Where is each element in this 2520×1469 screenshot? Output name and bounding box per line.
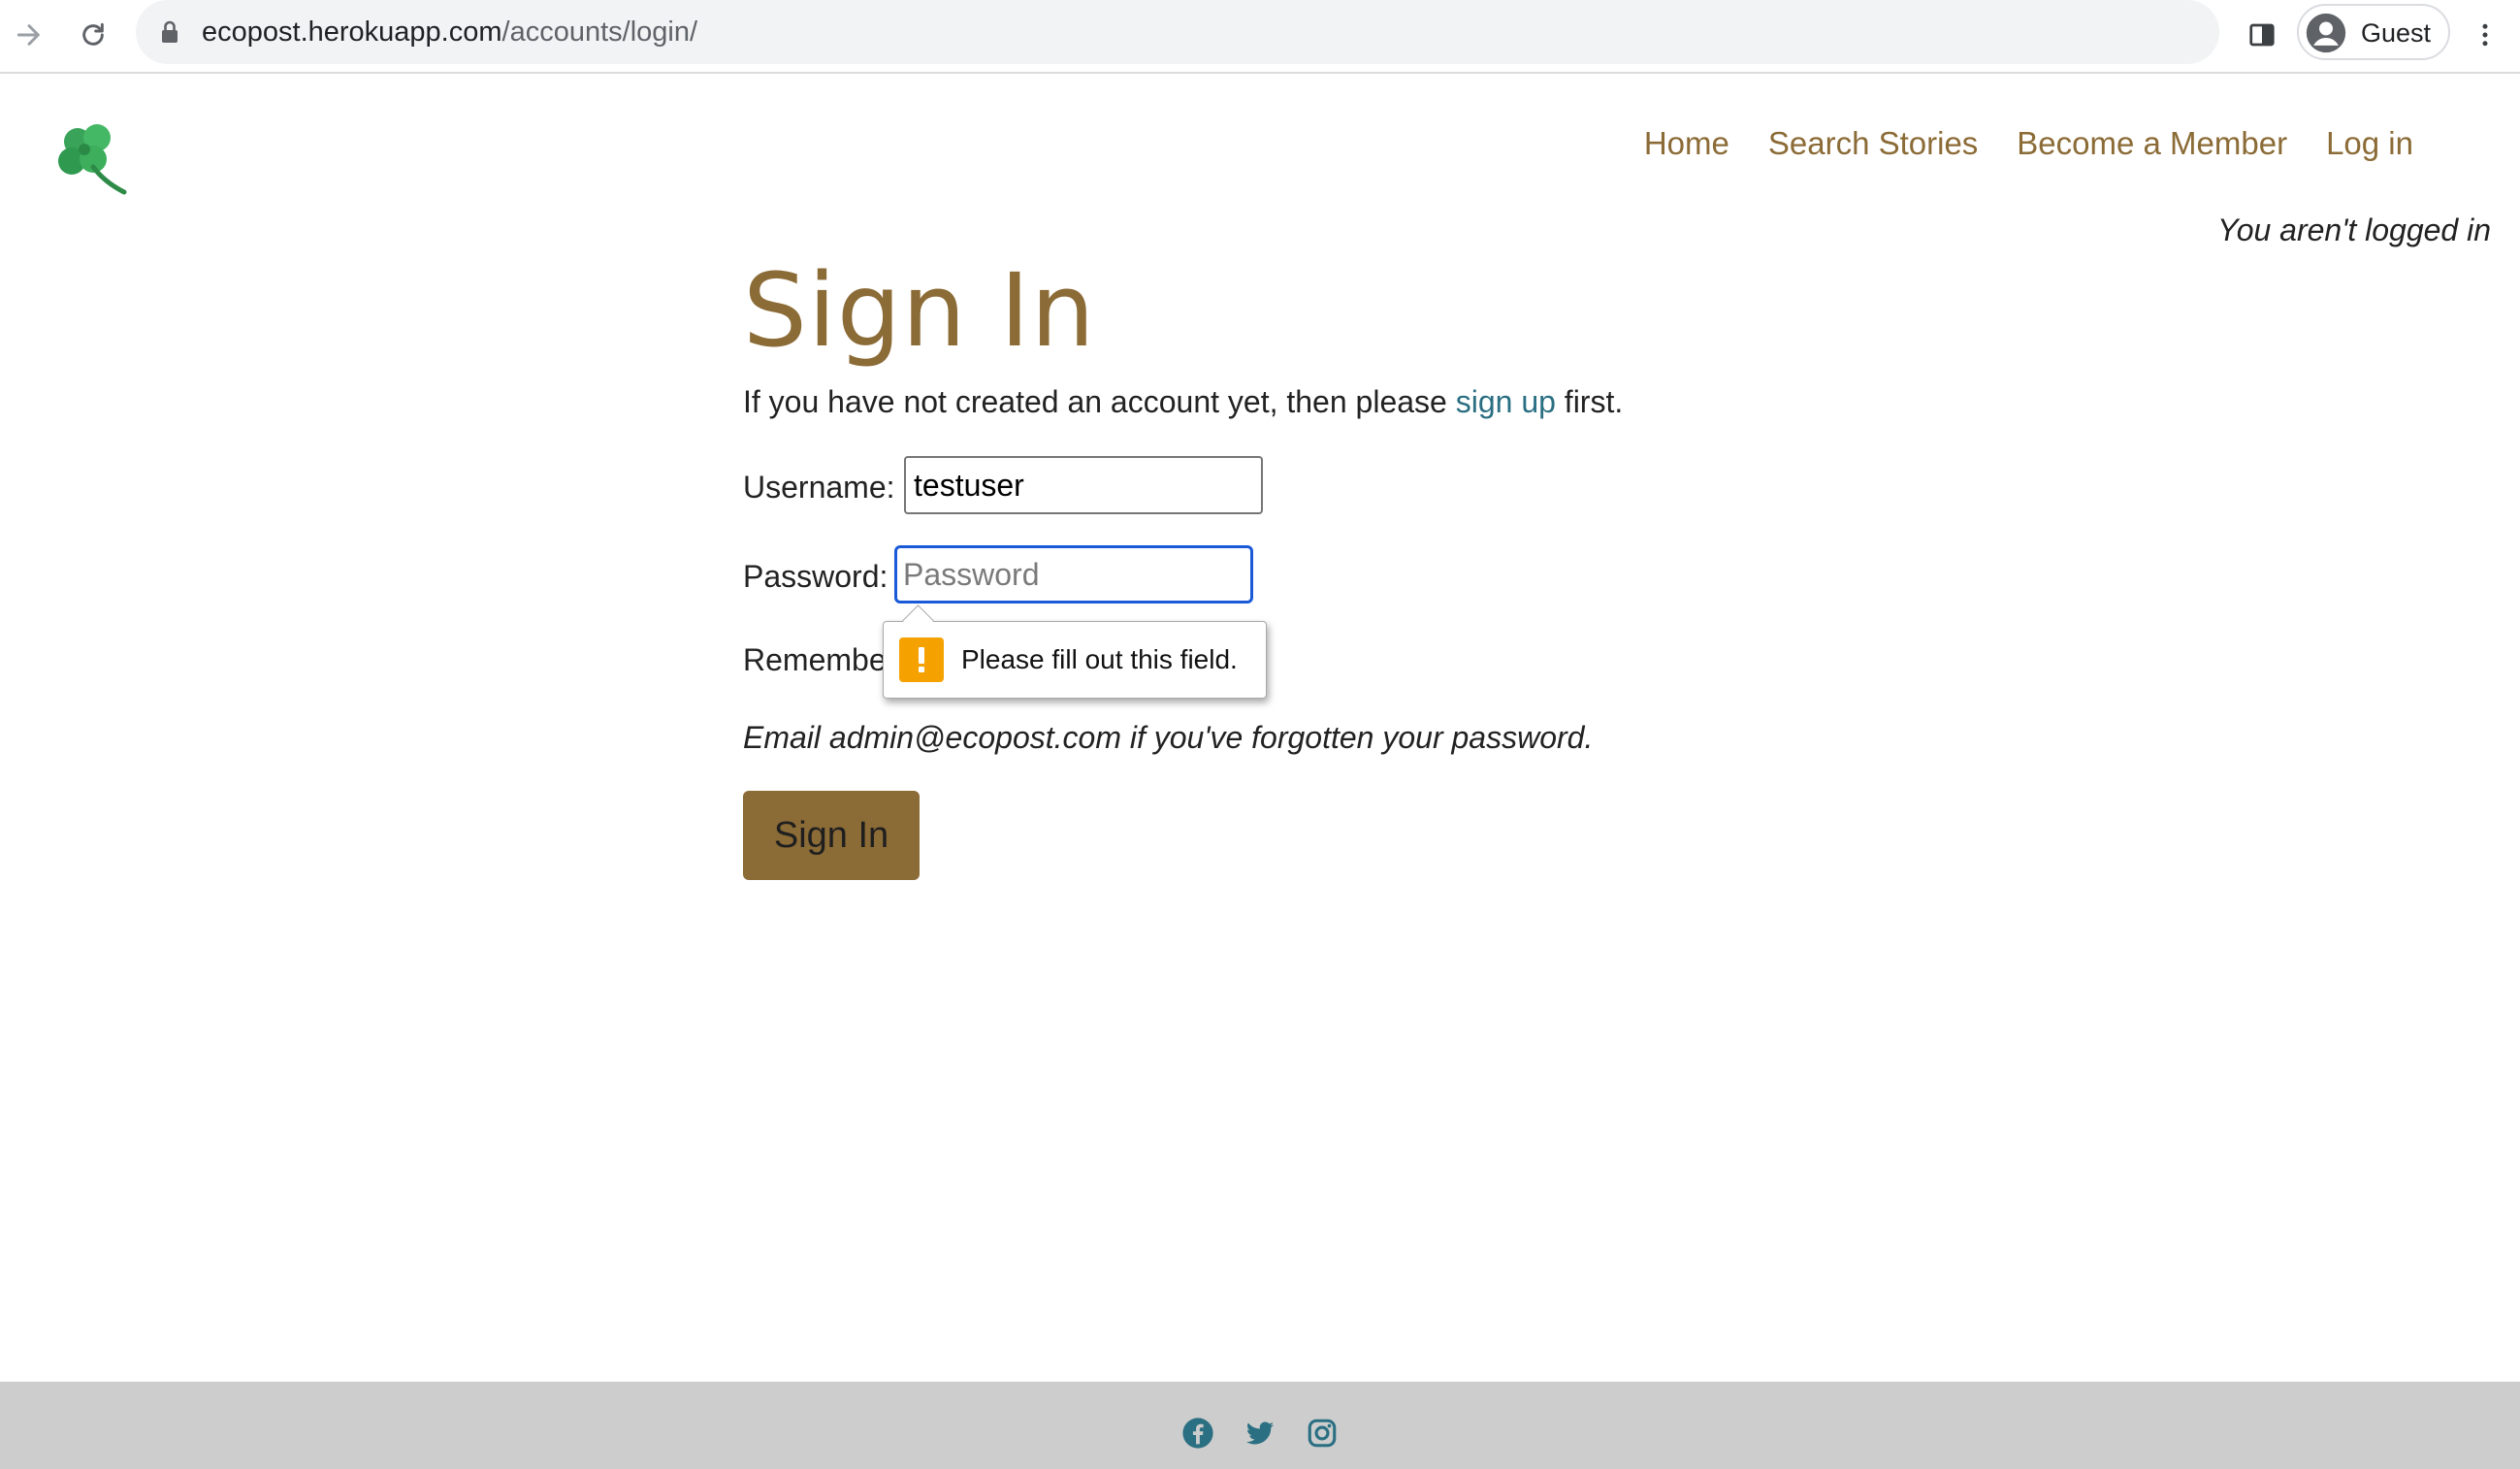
url-path: /accounts/login/ [501,16,698,48]
twitter-icon[interactable] [1244,1417,1276,1450]
validation-tooltip: Please fill out this field. [883,604,1267,699]
password-input[interactable] [894,545,1253,604]
nav-log-in[interactable]: Log in [2326,122,2413,165]
username-input[interactable] [904,456,1263,514]
tooltip-arrow [902,604,934,637]
tooltip-message: Please fill out this field. [961,644,1238,674]
facebook-icon[interactable] [1181,1417,1214,1450]
lock-icon [162,20,178,43]
username-label: Username: [743,470,895,505]
remember-me-label[interactable]: Remembe [743,638,887,681]
intro-text-before: If you have not created an account yet, … [743,384,1456,419]
site-logo[interactable] [48,120,136,203]
browser-toolbar: ecopost.herokuapp.com/accounts/login/ Gu… [0,0,2520,74]
profile-name: Guest [2361,18,2432,48]
url-host: ecopost.herokuapp.com [202,16,502,48]
warning-icon [899,637,944,682]
arrow-right-icon [16,24,40,46]
nav-search-stories[interactable]: Search Stories [1768,122,1978,165]
url-text: ecopost.herokuapp.com/accounts/login/ [202,14,697,50]
social-links [1181,1417,1339,1450]
address-bar[interactable]: ecopost.herokuapp.com/accounts/login/ [136,0,2219,64]
password-label: Password: [743,559,888,594]
clover-icon [58,124,127,195]
signup-prompt: If you have not created an account yet, … [743,380,1623,423]
signin-button[interactable]: Sign In [743,791,920,880]
intro-text-after: first. [1555,384,1624,419]
main-nav: Home Search Stories Become a Member Log … [1644,122,2413,165]
profile-button[interactable]: Guest [2297,4,2450,60]
reload-icon [82,22,104,46]
reload-button[interactable] [68,10,118,60]
side-panel-button[interactable] [2237,10,2287,60]
browser-menu-button[interactable] [2460,10,2510,60]
signup-link[interactable]: sign up [1456,384,1556,419]
signin-form: Sign In If you have not created an accou… [743,243,2004,880]
forgot-password-note: Email admin@ecopost.com if you've forgot… [743,720,1594,755]
side-panel-icon [2249,23,2275,47]
forward-button[interactable] [4,10,54,60]
site-footer [0,1382,2520,1469]
more-vert-icon [2482,23,2488,47]
page-title: Sign In [743,251,1096,370]
login-status: You aren't logged in [2217,212,2491,247]
instagram-icon[interactable] [1306,1417,1339,1450]
nav-home[interactable]: Home [1644,122,1729,165]
nav-become-member[interactable]: Become a Member [2017,122,2287,165]
avatar-icon [2306,13,2346,53]
